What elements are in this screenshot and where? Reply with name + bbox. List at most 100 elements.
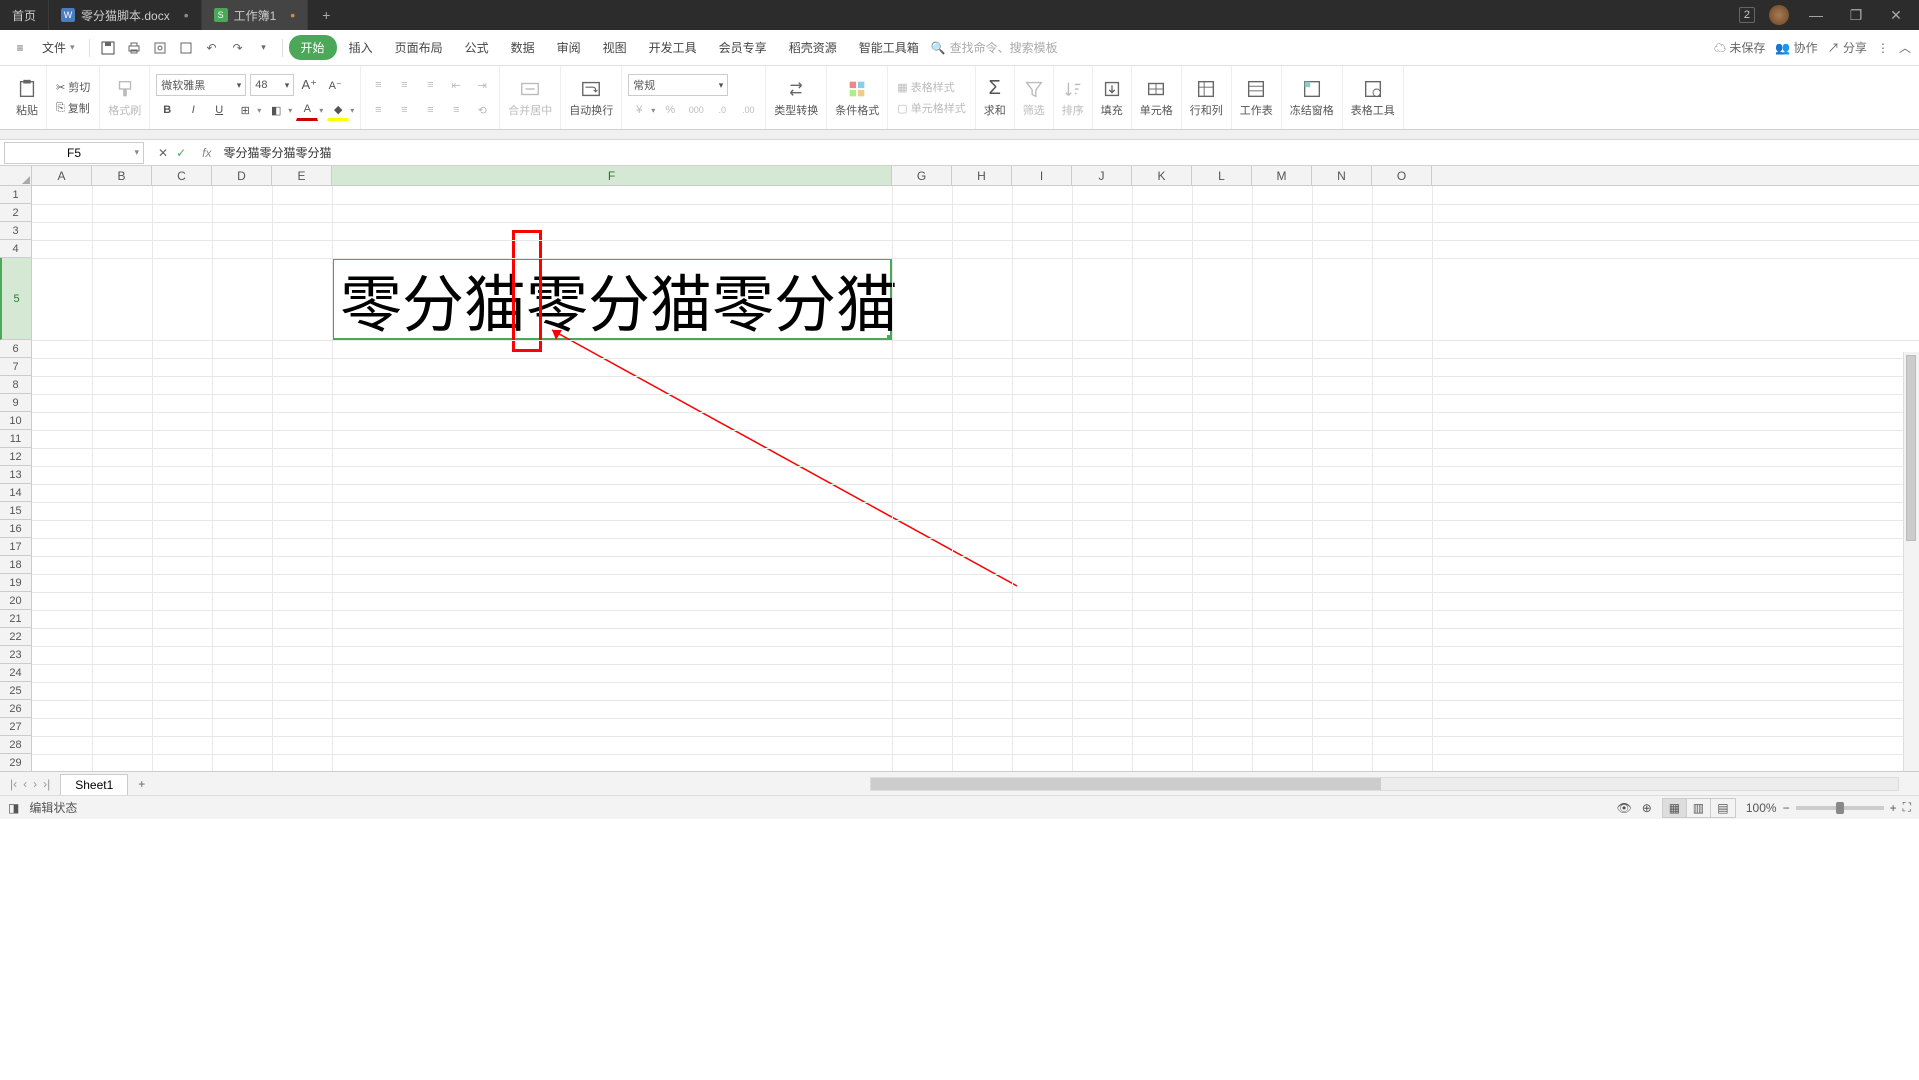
redo-icon[interactable]: ↷	[226, 36, 250, 60]
cell-style-button[interactable]: ▢单元格样式	[894, 99, 968, 117]
horizontal-scrollbar[interactable]	[870, 777, 1899, 791]
col-header-m[interactable]: M	[1252, 166, 1312, 185]
cell-button[interactable]: 单元格	[1132, 66, 1182, 129]
focus-icon[interactable]: ⊕	[1642, 801, 1652, 815]
new-tab-button[interactable]: +	[308, 7, 344, 23]
hscroll-thumb[interactable]	[871, 778, 1381, 790]
row-header-14[interactable]: 14	[0, 484, 31, 502]
col-header-g[interactable]: G	[892, 166, 952, 185]
percent-button[interactable]: %	[659, 99, 681, 121]
row-header-25[interactable]: 25	[0, 682, 31, 700]
tab-review[interactable]: 审阅	[547, 33, 591, 62]
zoom-label[interactable]: 100%	[1746, 801, 1777, 815]
decrease-font-icon[interactable]: A⁻	[324, 74, 346, 96]
comma-button[interactable]: 000	[685, 99, 707, 121]
align-right-icon[interactable]: ≡	[419, 99, 441, 121]
tab-data[interactable]: 数据	[501, 33, 545, 62]
align-justify-icon[interactable]: ≡	[445, 99, 467, 121]
row-header-2[interactable]: 2	[0, 204, 31, 222]
tab-smarttools[interactable]: 智能工具箱	[849, 33, 929, 62]
sheet-last-icon[interactable]: ›|	[43, 777, 50, 791]
row-header-15[interactable]: 15	[0, 502, 31, 520]
col-header-b[interactable]: B	[92, 166, 152, 185]
pagelayout-view-icon[interactable]: ▥	[1687, 799, 1711, 817]
fullscreen-icon[interactable]: ⛶	[1903, 800, 1911, 815]
confirm-edit-icon[interactable]: ✓	[176, 146, 186, 160]
border-button[interactable]: ⊞▾	[234, 99, 261, 121]
add-sheet-button[interactable]: +	[128, 777, 155, 791]
sheet-tab-sheet1[interactable]: Sheet1	[60, 774, 128, 795]
row-header-8[interactable]: 8	[0, 376, 31, 394]
maximize-button[interactable]: ❐	[1843, 2, 1869, 28]
tab-insert[interactable]: 插入	[339, 33, 383, 62]
undo-icon[interactable]: ↶	[200, 36, 224, 60]
font-name-select[interactable]: 微软雅黑▾	[156, 74, 246, 96]
zoom-out-button[interactable]: −	[1783, 801, 1790, 815]
sheet-next-icon[interactable]: ›	[33, 777, 37, 791]
more-icon[interactable]: ⋮	[1877, 41, 1889, 55]
close-button[interactable]: ✕	[1883, 2, 1909, 28]
col-header-k[interactable]: K	[1132, 166, 1192, 185]
col-header-a[interactable]: A	[32, 166, 92, 185]
align-center-icon[interactable]: ≡	[393, 99, 415, 121]
print-preview-icon[interactable]	[148, 36, 172, 60]
table-tools-button[interactable]: 表格工具	[1343, 66, 1404, 129]
row-header-28[interactable]: 28	[0, 736, 31, 754]
row-header-21[interactable]: 21	[0, 610, 31, 628]
row-header-10[interactable]: 10	[0, 412, 31, 430]
merge-center-button[interactable]: 合并居中	[500, 66, 561, 129]
cancel-edit-icon[interactable]: ✕	[158, 146, 168, 160]
row-header-24[interactable]: 24	[0, 664, 31, 682]
row-header-13[interactable]: 13	[0, 466, 31, 484]
col-header-l[interactable]: L	[1192, 166, 1252, 185]
sheet-prev-icon[interactable]: ‹	[23, 777, 27, 791]
fx-icon[interactable]: fx	[196, 146, 217, 160]
increase-font-icon[interactable]: A⁺	[298, 74, 320, 96]
cells-area[interactable]: 零分猫零分猫零分猫	[32, 186, 1919, 771]
font-color-button[interactable]: A▾	[296, 99, 323, 121]
tab-docer[interactable]: 稻壳资源	[779, 33, 847, 62]
eye-icon[interactable]: 👁	[1617, 801, 1632, 815]
tab-pagelayout[interactable]: 页面布局	[385, 33, 453, 62]
print-icon[interactable]	[122, 36, 146, 60]
search-box[interactable]: 🔍 查找命令、搜索模板	[931, 39, 1058, 56]
font-size-select[interactable]: 48▾	[250, 74, 294, 96]
tab-home[interactable]: 首页	[0, 0, 49, 30]
zoom-slider-thumb[interactable]	[1836, 802, 1844, 814]
row-header-19[interactable]: 19	[0, 574, 31, 592]
name-box[interactable]: F5▾	[4, 142, 144, 164]
spreadsheet-grid[interactable]: ABCDEFGHIJKLMNO 123456789101112131415161…	[0, 166, 1919, 771]
collapse-ribbon-icon[interactable]: ︿	[1899, 39, 1911, 56]
type-convert-button[interactable]: 类型转换	[766, 66, 827, 129]
col-header-d[interactable]: D	[212, 166, 272, 185]
filter-button[interactable]: 筛选	[1015, 66, 1054, 129]
sheet-first-icon[interactable]: |‹	[10, 777, 17, 791]
row-header-3[interactable]: 3	[0, 222, 31, 240]
tab-start[interactable]: 开始	[289, 35, 337, 60]
row-header-29[interactable]: 29	[0, 754, 31, 771]
auto-wrap-button[interactable]: 自动换行	[561, 66, 622, 129]
tab-view[interactable]: 视图	[593, 33, 637, 62]
tab-sheet-active[interactable]: S 工作簿1 •	[202, 0, 309, 30]
row-header-18[interactable]: 18	[0, 556, 31, 574]
table-style-button[interactable]: ▦表格样式	[894, 78, 968, 96]
col-header-f[interactable]: F	[332, 166, 892, 185]
cond-format-button[interactable]: 条件格式	[827, 66, 888, 129]
col-header-n[interactable]: N	[1312, 166, 1372, 185]
col-header-h[interactable]: H	[952, 166, 1012, 185]
save-icon[interactable]	[96, 36, 120, 60]
col-header-i[interactable]: I	[1012, 166, 1072, 185]
italic-button[interactable]: I	[182, 99, 204, 121]
coop-button[interactable]: 👥 协作	[1775, 39, 1817, 56]
col-header-j[interactable]: J	[1072, 166, 1132, 185]
row-header-20[interactable]: 20	[0, 592, 31, 610]
row-header-7[interactable]: 7	[0, 358, 31, 376]
share-button[interactable]: ↗ 分享	[1828, 39, 1867, 56]
sort-button[interactable]: 排序	[1054, 66, 1093, 129]
highlight-button[interactable]: ◆▾	[327, 99, 354, 121]
hamburger-icon[interactable]: ≡	[8, 36, 32, 60]
row-header-1[interactable]: 1	[0, 186, 31, 204]
formula-input[interactable]: 零分猫零分猫零分猫	[217, 144, 1919, 161]
row-header-9[interactable]: 9	[0, 394, 31, 412]
record-macro-icon[interactable]: ◨	[8, 801, 19, 815]
